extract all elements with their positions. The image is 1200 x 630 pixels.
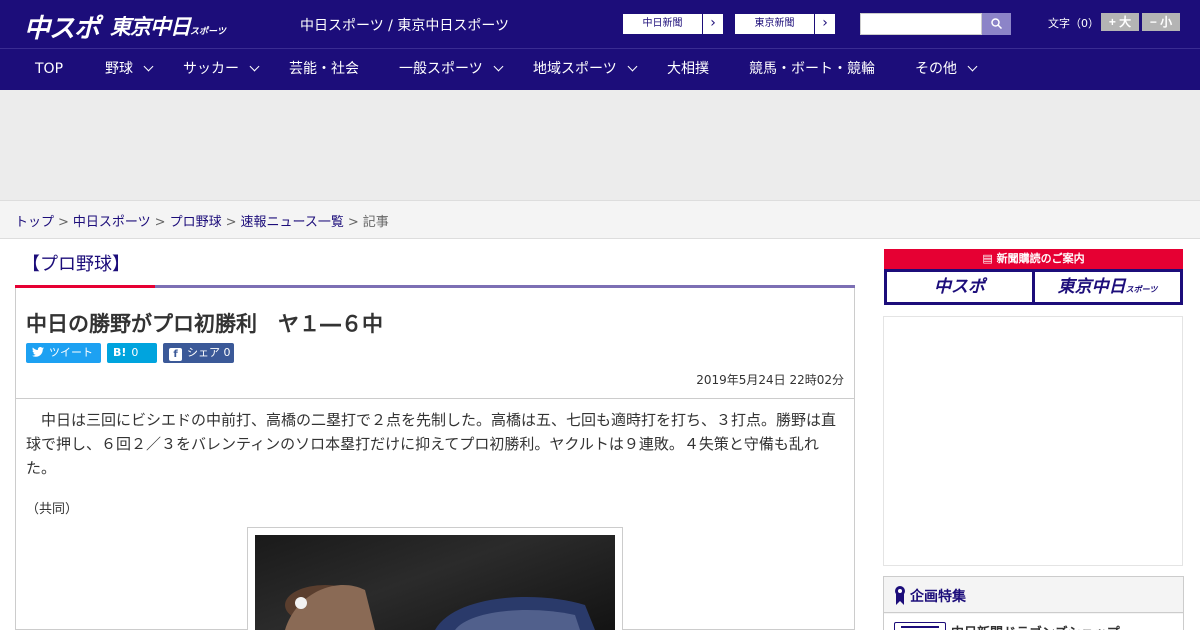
chevron-down-icon — [249, 61, 260, 72]
nav-local-sports[interactable]: 地域スポーツ — [533, 49, 638, 90]
tokyo-shimbun-link[interactable]: 東京新聞 › — [734, 13, 836, 35]
breadcrumb-current: 記事 — [362, 215, 389, 230]
hatena-bookmark-button[interactable]: B! 0 — [107, 343, 157, 363]
nav-label: 大相撲 — [667, 61, 709, 77]
feature-item-label: 中日新聞ドラゴンズショップ — [951, 622, 1120, 630]
ad-banner-area — [0, 90, 1200, 200]
newspaper-icon: ▤ — [982, 252, 997, 265]
breadcrumb-news-list[interactable]: 速報ニュース一覧 — [241, 215, 344, 230]
tokyo-shimbun-label: 東京新聞 — [735, 14, 815, 34]
breadcrumb-separator: > — [225, 215, 237, 230]
nav-racing[interactable]: 競馬・ボート・競輪 — [749, 49, 875, 90]
tokyo-logo-text: 東京中日 — [110, 15, 191, 39]
nav-general-sports[interactable]: 一般スポーツ — [399, 49, 504, 90]
main-nav: TOP 野球 サッカー 芸能・社会 一般スポーツ 地域スポーツ 大相撲 競馬・ボ… — [0, 48, 1200, 90]
article-photo[interactable] — [255, 535, 615, 630]
article-head-divider — [15, 398, 855, 399]
tokyo-logo-sub: スポーツ — [190, 27, 226, 37]
ribbon-icon — [895, 586, 905, 605]
breadcrumb-chunichi-sports[interactable]: 中日スポーツ — [73, 215, 151, 230]
breadcrumb-pro-baseball[interactable]: プロ野球 — [170, 215, 222, 230]
chevron-down-icon — [143, 61, 154, 72]
nav-label: 地域スポーツ — [533, 61, 617, 77]
article-body: 中日は三回にビシエドの中前打、高橋の二塁打で２点を先制した。高橋は五、七回も適時… — [26, 411, 837, 477]
font-larger-button[interactable]: + 大 — [1101, 13, 1139, 31]
subscribe-tokyo-button[interactable]: 東京中日スポーツ — [1035, 272, 1180, 302]
search-icon — [991, 18, 1002, 29]
subscription-title: ▤ 新聞購読のご案内 — [884, 249, 1183, 269]
breadcrumb-separator: > — [154, 215, 166, 230]
nav-label: サッカー — [183, 61, 239, 77]
nav-baseball[interactable]: 野球 — [105, 49, 154, 90]
sidebar-ad — [883, 316, 1183, 566]
hatena-icon: B! — [113, 346, 127, 359]
feature-heading: 企画特集 — [884, 577, 1183, 613]
facebook-share-button[interactable]: f シェア 0 — [163, 343, 234, 363]
article-date: 2019年5月24日 22時02分 — [696, 373, 844, 387]
chevron-down-icon — [967, 61, 978, 72]
facebook-share-label: シェア — [187, 346, 220, 359]
feature-thumbnail — [894, 622, 946, 630]
subscribe-tokyo-sub: スポーツ — [1125, 285, 1158, 294]
breadcrumb: トップ > 中日スポーツ > プロ野球 > 速報ニュース一覧 > 記事 — [0, 200, 1200, 239]
tweet-label: ツイート — [49, 346, 93, 359]
tokyo-chunichi-logo[interactable]: 東京中日スポーツ — [110, 11, 226, 41]
chevron-down-icon — [493, 61, 504, 72]
breadcrumb-separator: > — [58, 215, 69, 230]
chevron-right-icon: › — [822, 15, 828, 31]
facebook-count: 0 — [223, 346, 231, 359]
hatena-count: 0 — [131, 346, 139, 359]
header-bar: 中スポ 東京中日スポーツ 中日スポーツ / 東京中日スポーツ 中日新聞 › 東京… — [0, 0, 1200, 48]
twitter-bird-icon — [32, 347, 44, 357]
nav-label: 芸能・社会 — [289, 61, 359, 77]
font-size-label: 文字（0） — [1048, 17, 1099, 30]
article-headline: 中日の勝野がプロ初勝利 ヤ１―６中 — [26, 312, 383, 336]
subscription-title-text: 新聞購読のご案内 — [996, 252, 1085, 265]
breadcrumb-separator: > — [347, 215, 359, 230]
facebook-icon: f — [169, 348, 182, 361]
article-credit: （共同） — [26, 502, 79, 517]
chevron-down-icon — [627, 61, 638, 72]
chevron-right-icon: › — [710, 15, 716, 31]
nav-entertainment[interactable]: 芸能・社会 — [289, 49, 359, 90]
font-smaller-button[interactable]: − 小 — [1142, 13, 1180, 31]
nav-label: 一般スポーツ — [399, 61, 483, 77]
chuspo-logo[interactable]: 中スポ — [24, 8, 100, 45]
breadcrumb-top[interactable]: トップ — [15, 215, 54, 230]
pitcher-photo-illustration — [285, 584, 595, 630]
subscription-banner: ▤ 新聞購読のご案内 中スポ 東京中日スポーツ — [884, 249, 1183, 305]
nav-label: その他 — [915, 61, 957, 77]
chunichi-shimbun-label: 中日新聞 — [623, 14, 703, 34]
chunichi-shimbun-link[interactable]: 中日新聞 › — [622, 13, 724, 35]
feature-panel: 企画特集 中日新聞ドラゴンズショップ — [883, 576, 1184, 630]
nav-label: 競馬・ボート・競輪 — [749, 61, 875, 77]
nav-label: TOP — [35, 61, 64, 77]
subscribe-chuspo-button[interactable]: 中スポ — [887, 272, 1032, 302]
nav-top[interactable]: TOP — [35, 49, 63, 90]
site-title: 中日スポーツ / 東京中日スポーツ — [300, 18, 510, 34]
search-input[interactable] — [860, 13, 982, 35]
search-button[interactable] — [982, 13, 1011, 35]
subscribe-tokyo-label: 東京中日 — [1057, 277, 1126, 297]
feature-item-dragons-shop[interactable]: 中日新聞ドラゴンズショップ — [884, 614, 1183, 630]
tweet-button[interactable]: ツイート — [26, 343, 101, 363]
nav-sumo[interactable]: 大相撲 — [667, 49, 709, 90]
nav-label: 野球 — [105, 61, 133, 77]
feature-title: 企画特集 — [910, 589, 966, 605]
category-tag: 【プロ野球】 — [22, 254, 130, 275]
nav-soccer[interactable]: サッカー — [183, 49, 260, 90]
nav-other[interactable]: その他 — [915, 49, 978, 90]
